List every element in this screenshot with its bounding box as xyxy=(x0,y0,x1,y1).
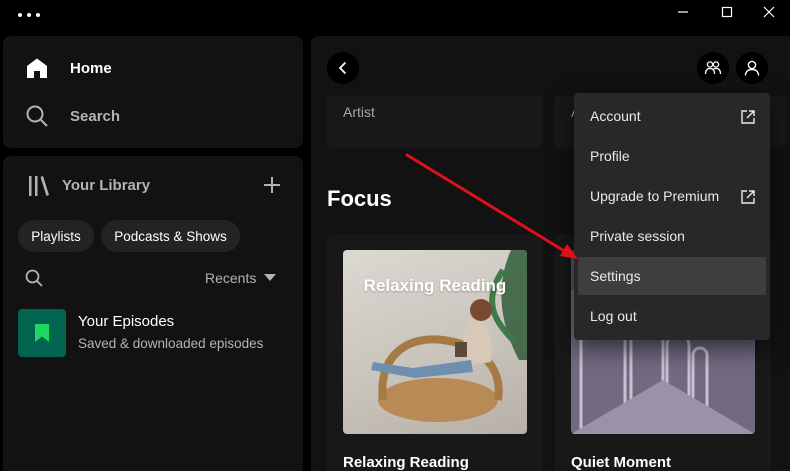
menu-item-account[interactable]: Account xyxy=(578,97,766,135)
profile-menu: Account Profile Upgrade to Premium Priva… xyxy=(574,93,770,340)
library-panel: Your Library Playlists Podcasts & Shows … xyxy=(3,156,303,471)
profile-button[interactable] xyxy=(736,52,768,84)
bookmark-icon xyxy=(35,324,49,342)
more-options-icon[interactable] xyxy=(18,13,40,17)
external-link-icon xyxy=(741,190,755,204)
menu-item-upgrade[interactable]: Upgrade to Premium xyxy=(578,177,766,215)
nav-search-label: Search xyxy=(70,107,121,125)
window-titlebar xyxy=(0,0,790,34)
nav-item-search[interactable]: Search xyxy=(25,101,120,131)
menu-item-label: Profile xyxy=(590,148,630,164)
minimize-icon xyxy=(678,11,688,13)
sort-label: Recents xyxy=(205,270,257,286)
menu-item-label: Private session xyxy=(590,228,685,244)
maximize-icon xyxy=(721,6,733,18)
list-item-your-episodes[interactable]: Your Episodes Saved & downloaded episode… xyxy=(18,309,293,359)
minimize-button[interactable] xyxy=(660,0,706,24)
menu-item-profile[interactable]: Profile xyxy=(578,137,766,175)
home-icon xyxy=(27,58,47,78)
card-title: Quiet Moment xyxy=(571,454,671,471)
caret-down-icon xyxy=(264,274,277,281)
back-button[interactable] xyxy=(327,52,359,84)
plus-icon[interactable] xyxy=(261,174,283,196)
card-title: Relaxing Reading xyxy=(343,454,469,471)
artist-card-label: Artist xyxy=(343,104,375,120)
menu-item-private-session[interactable]: Private session xyxy=(578,217,766,255)
sort-dropdown[interactable]: Recents xyxy=(205,270,277,286)
close-button[interactable] xyxy=(746,0,790,24)
menu-item-label: Settings xyxy=(590,268,641,284)
nav-panel: Home Search xyxy=(3,36,303,148)
playlist-card-relaxing-reading[interactable]: Relaxing Reading Relaxing Reading xyxy=(327,234,543,471)
list-item-title: Your Episodes xyxy=(78,313,175,330)
menu-item-log-out[interactable]: Log out xyxy=(578,297,766,335)
cover-text: Relaxing Reading xyxy=(363,276,507,295)
playlist-cover: Relaxing Reading xyxy=(343,250,527,434)
search-icon xyxy=(26,105,48,127)
episodes-thumbnail xyxy=(18,309,66,357)
section-title-focus[interactable]: Focus xyxy=(327,186,392,212)
maximize-button[interactable] xyxy=(704,0,750,24)
close-icon xyxy=(763,6,775,18)
artist-card[interactable]: Artist xyxy=(327,96,543,148)
menu-item-label: Account xyxy=(590,108,641,124)
library-title[interactable]: Your Library xyxy=(62,177,150,194)
list-item-subtitle: Saved & downloaded episodes xyxy=(78,336,264,351)
filter-chip-playlists[interactable]: Playlists xyxy=(18,220,94,252)
menu-item-label: Upgrade to Premium xyxy=(590,188,720,204)
menu-item-settings[interactable]: Settings xyxy=(578,257,766,295)
library-search-icon[interactable] xyxy=(25,269,43,287)
filter-chip-podcasts[interactable]: Podcasts & Shows xyxy=(101,220,240,252)
nav-home-label: Home xyxy=(70,59,112,77)
user-icon xyxy=(744,60,760,76)
external-link-icon xyxy=(741,110,755,124)
library-icon[interactable] xyxy=(27,174,51,198)
friends-icon xyxy=(704,61,722,75)
friend-activity-button[interactable] xyxy=(697,52,729,84)
chevron-left-icon xyxy=(338,61,347,75)
nav-item-home[interactable]: Home xyxy=(25,53,112,83)
library-header: Your Library xyxy=(27,174,287,198)
menu-item-label: Log out xyxy=(590,308,637,324)
